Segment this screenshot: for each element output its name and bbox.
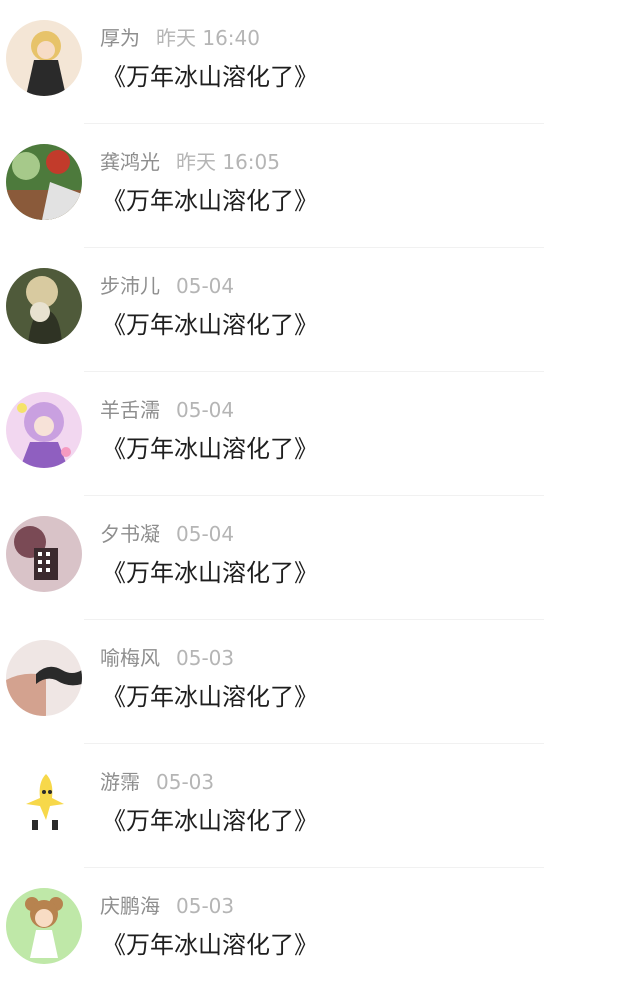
comment-time: 昨天 16:40 bbox=[156, 26, 260, 50]
comment-time: 昨天 16:05 bbox=[176, 150, 280, 174]
comment-text: 《万年冰山溶化了》 bbox=[102, 807, 318, 835]
comment-time: 05-04 bbox=[176, 522, 235, 546]
comment-meta: 夕书凝 05-04 bbox=[100, 518, 234, 550]
anime-character-avatar-icon bbox=[6, 20, 82, 96]
comment-text: 《万年冰山溶化了》 bbox=[102, 931, 318, 959]
comment-time: 05-04 bbox=[176, 274, 235, 298]
author-name[interactable]: 厚为 bbox=[100, 26, 140, 50]
comment-time: 05-03 bbox=[156, 770, 215, 794]
comment-item[interactable]: 羊舌濡 05-04 《万年冰山溶化了》 bbox=[0, 372, 640, 496]
comment-text: 《万年冰山溶化了》 bbox=[102, 559, 318, 587]
author-name[interactable]: 羊舌濡 bbox=[100, 398, 160, 422]
comment-text: 《万年冰山溶化了》 bbox=[102, 683, 318, 711]
banana-cartoon-avatar-icon bbox=[6, 764, 82, 840]
plants-photo-avatar-icon bbox=[6, 144, 82, 220]
comment-text: 《万年冰山溶化了》 bbox=[102, 187, 318, 215]
mustache-finger-avatar-icon bbox=[6, 640, 82, 716]
avatar[interactable] bbox=[6, 268, 82, 344]
anime-girl-avatar-icon bbox=[6, 392, 82, 468]
comment-list: 厚为 昨天 16:40 《万年冰山溶化了》 龚鸿光 昨天 16:05 《万年冰山溶化… bbox=[0, 0, 640, 988]
avatar[interactable] bbox=[6, 20, 82, 96]
comment-item[interactable]: 龚鸿光 昨天 16:05 《万年冰山溶化了》 bbox=[0, 124, 640, 248]
comment-item[interactable]: 步沛儿 05-04 《万年冰山溶化了》 bbox=[0, 248, 640, 372]
author-name[interactable]: 庆鹏海 bbox=[100, 894, 160, 918]
author-name[interactable]: 夕书凝 bbox=[100, 522, 160, 546]
comment-time: 05-04 bbox=[176, 398, 235, 422]
comment-meta: 龚鸿光 昨天 16:05 bbox=[100, 146, 280, 178]
avatar[interactable] bbox=[6, 888, 82, 964]
comment-item[interactable]: 游霈 05-03 《万年冰山溶化了》 bbox=[0, 744, 640, 868]
comment-item[interactable]: 厚为 昨天 16:40 《万年冰山溶化了》 bbox=[0, 0, 640, 124]
comment-time: 05-03 bbox=[176, 894, 235, 918]
comment-item[interactable]: 庆鹏海 05-03 《万年冰山溶化了》 bbox=[0, 868, 640, 992]
avatar[interactable] bbox=[6, 764, 82, 840]
author-name[interactable]: 游霈 bbox=[100, 770, 140, 794]
flower-photo-avatar-icon bbox=[6, 516, 82, 592]
author-name[interactable]: 步沛儿 bbox=[100, 274, 160, 298]
comment-meta: 羊舌濡 05-04 bbox=[100, 394, 234, 426]
comment-text: 《万年冰山溶化了》 bbox=[102, 311, 318, 339]
cat-photo-avatar-icon bbox=[6, 268, 82, 344]
author-name[interactable]: 龚鸿光 bbox=[100, 150, 160, 174]
avatar[interactable] bbox=[6, 516, 82, 592]
comment-meta: 喻梅风 05-03 bbox=[100, 642, 234, 674]
comment-meta: 庆鹏海 05-03 bbox=[100, 890, 234, 922]
author-name[interactable]: 喻梅风 bbox=[100, 646, 160, 670]
comment-meta: 厚为 昨天 16:40 bbox=[100, 22, 260, 54]
comment-time: 05-03 bbox=[176, 646, 235, 670]
comment-meta: 步沛儿 05-04 bbox=[100, 270, 234, 302]
avatar[interactable] bbox=[6, 144, 82, 220]
comment-text: 《万年冰山溶化了》 bbox=[102, 63, 318, 91]
comment-item[interactable]: 夕书凝 05-04 《万年冰山溶化了》 bbox=[0, 496, 640, 620]
avatar[interactable] bbox=[6, 392, 82, 468]
comment-meta: 游霈 05-03 bbox=[100, 766, 214, 798]
comment-item[interactable]: 喻梅风 05-03 《万年冰山溶化了》 bbox=[0, 620, 640, 744]
avatar[interactable] bbox=[6, 640, 82, 716]
bear-girl-cartoon-avatar-icon bbox=[6, 888, 82, 964]
comment-text: 《万年冰山溶化了》 bbox=[102, 435, 318, 463]
